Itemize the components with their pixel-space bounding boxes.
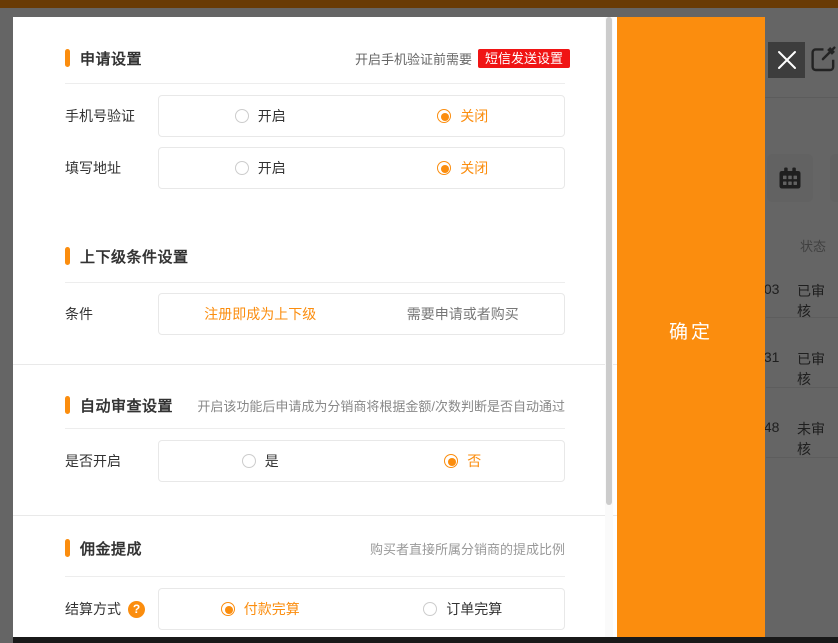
radio-selected-icon bbox=[221, 602, 235, 616]
section-commission: 佣金提成 bbox=[65, 538, 142, 558]
section-divider bbox=[13, 364, 617, 365]
divider bbox=[65, 83, 565, 84]
section-title: 上下级条件设置 bbox=[80, 246, 189, 267]
toggle-option-register[interactable]: 注册即成为上下级 bbox=[159, 304, 362, 324]
radio-option-on[interactable]: 开启 bbox=[159, 106, 362, 126]
radio-unselected-icon bbox=[235, 109, 249, 123]
radio-unselected-icon bbox=[235, 161, 249, 175]
section-marker-icon bbox=[65, 539, 70, 557]
condition-toggle-group: 注册即成为上下级 需要申请或者购买 bbox=[158, 293, 565, 335]
modal-scrollbar[interactable] bbox=[605, 17, 613, 637]
section-application-settings: 申请设置 bbox=[65, 48, 142, 68]
section-note: 购买者直接所属分销商的提成比例 bbox=[370, 538, 565, 558]
field-label: 填写地址 bbox=[65, 147, 121, 189]
settings-modal: 申请设置 开启手机验证前需要 短信发送设置 手机号验证 开启 关闭 填写地址 开… bbox=[13, 17, 617, 637]
note-text: 开启该功能后申请成为分销商将根据金额/次数判断是否自动通过 bbox=[197, 396, 565, 415]
toggle-option-apply-or-buy[interactable]: 需要申请或者购买 bbox=[362, 304, 565, 324]
radio-option-no[interactable]: 否 bbox=[362, 451, 565, 471]
divider bbox=[65, 576, 565, 577]
radio-option-order-settle[interactable]: 订单完算 bbox=[362, 599, 565, 619]
radio-option-off[interactable]: 关闭 bbox=[362, 158, 565, 178]
confirm-button[interactable]: 确定 bbox=[617, 17, 765, 643]
screen: 状态 :03 已审核 :31 已审核 :48 未审核 申请设置 开启手机验证前需… bbox=[0, 0, 838, 643]
radio-option-pay-settle[interactable]: 付款完算 bbox=[159, 599, 362, 619]
radio-group-fill-address: 开启 关闭 bbox=[158, 147, 565, 189]
section-marker-icon bbox=[65, 49, 70, 67]
radio-group-phone-verify: 开启 关闭 bbox=[158, 95, 565, 137]
section-note: 开启该功能后申请成为分销商将根据金额/次数判断是否自动通过 bbox=[197, 395, 565, 415]
radio-group-auto-review: 是 否 bbox=[158, 440, 565, 482]
field-label: 结算方式 ? bbox=[65, 588, 145, 630]
help-icon[interactable]: ? bbox=[128, 601, 145, 618]
close-icon bbox=[776, 49, 798, 71]
section-divider bbox=[13, 515, 617, 516]
radio-option-yes[interactable]: 是 bbox=[159, 451, 362, 471]
radio-group-settlement: 付款完算 订单完算 bbox=[158, 588, 565, 630]
close-button[interactable] bbox=[768, 42, 805, 78]
sms-settings-badge[interactable]: 短信发送设置 bbox=[478, 49, 570, 68]
field-label: 条件 bbox=[65, 293, 93, 335]
divider bbox=[65, 282, 565, 283]
scrollbar-thumb[interactable] bbox=[606, 17, 612, 505]
divider bbox=[65, 428, 565, 429]
field-label: 手机号验证 bbox=[65, 95, 135, 137]
section-hierarchy-condition: 上下级条件设置 bbox=[65, 246, 189, 266]
section-title: 申请设置 bbox=[80, 48, 142, 69]
note-text: 开启手机验证前需要 bbox=[355, 49, 472, 68]
radio-unselected-icon bbox=[242, 454, 256, 468]
bottom-bar bbox=[13, 637, 838, 643]
radio-selected-icon bbox=[437, 109, 451, 123]
section-note: 开启手机验证前需要 短信发送设置 bbox=[355, 48, 570, 68]
radio-option-off[interactable]: 关闭 bbox=[362, 106, 565, 126]
note-text: 购买者直接所属分销商的提成比例 bbox=[370, 539, 565, 558]
radio-option-on[interactable]: 开启 bbox=[159, 158, 362, 178]
section-auto-review: 自动审查设置 bbox=[65, 395, 173, 415]
section-marker-icon bbox=[65, 247, 70, 265]
field-label: 是否开启 bbox=[65, 440, 121, 482]
section-marker-icon bbox=[65, 396, 70, 414]
radio-selected-icon bbox=[437, 161, 451, 175]
section-title: 自动审查设置 bbox=[80, 395, 173, 416]
radio-selected-icon bbox=[444, 454, 458, 468]
section-title: 佣金提成 bbox=[80, 538, 142, 559]
radio-unselected-icon bbox=[423, 602, 437, 616]
